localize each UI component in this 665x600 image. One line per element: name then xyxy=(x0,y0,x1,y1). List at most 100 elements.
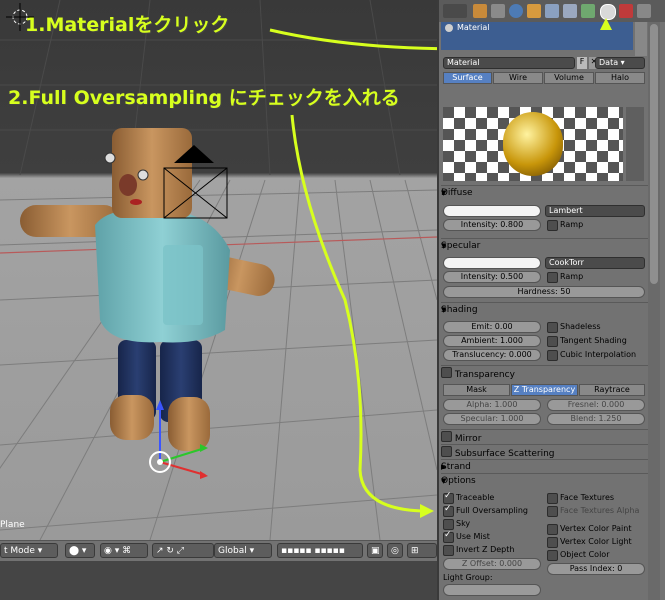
render-icon[interactable] xyxy=(473,4,487,18)
orientation-select[interactable]: Global ▾ xyxy=(214,543,272,558)
modifier-icon[interactable] xyxy=(563,4,577,18)
tab-wire[interactable]: Wire xyxy=(493,72,543,84)
blend-field[interactable]: Blend: 1.250 xyxy=(547,413,645,425)
strand-header[interactable]: ▶ Strand xyxy=(441,459,648,474)
transparency-checkbox[interactable] xyxy=(441,367,452,378)
orientation-label: Global xyxy=(218,546,247,556)
preview-sphere xyxy=(503,112,563,176)
pass-index-field[interactable]: Pass Index: 0 xyxy=(547,563,645,575)
diffuse-header[interactable]: ▼ Diffuse xyxy=(441,185,648,200)
properties-header xyxy=(439,0,665,22)
world-icon[interactable] xyxy=(509,4,523,18)
diffuse-shader-select[interactable]: Lambert xyxy=(545,205,645,217)
light-group-field[interactable] xyxy=(443,584,541,596)
properties-scrollbar-thumb[interactable] xyxy=(650,24,658,284)
specular-intensity-field[interactable]: Intensity: 0.500 xyxy=(443,271,541,283)
diffuse-color-swatch[interactable] xyxy=(443,205,541,217)
z-offset-field[interactable]: Z Offset: 0.000 xyxy=(443,558,541,570)
options-header[interactable]: ▼ Options xyxy=(441,473,648,488)
mirror-checkbox[interactable] xyxy=(441,431,452,442)
diffuse-intensity-field[interactable]: Intensity: 0.800 xyxy=(443,219,541,231)
manipulator-toggles[interactable]: ↗ ↻ ⤢ xyxy=(152,543,214,558)
specular-color-swatch[interactable] xyxy=(443,257,541,269)
tangent-shading-checkbox[interactable] xyxy=(547,336,558,347)
traceable-checkbox[interactable] xyxy=(443,491,454,504)
light-group-label: Light Group: xyxy=(443,573,493,582)
material-icon[interactable] xyxy=(600,4,616,20)
translucency-field[interactable]: Translucency: 0.000 xyxy=(443,349,541,361)
transparency-specular-field[interactable]: Specular: 1.000 xyxy=(443,413,541,425)
vertex-color-paint-checkbox[interactable] xyxy=(547,524,558,535)
data-label: Data xyxy=(599,58,619,67)
shading-title: Shading xyxy=(441,305,478,315)
transparency-mask-button[interactable]: Mask xyxy=(443,384,510,396)
texture-icon[interactable] xyxy=(619,4,633,18)
expand-arrow-icon: ▼ xyxy=(441,477,447,485)
face-textures-checkbox[interactable] xyxy=(547,493,558,504)
mirror-header[interactable]: ▶ Mirror xyxy=(441,429,648,444)
layer-buttons[interactable]: ▪▪▪▪▪ ▪▪▪▪▪ xyxy=(277,543,363,558)
full-oversampling-checkbox[interactable] xyxy=(443,504,454,517)
shading-header[interactable]: ▼ Shading xyxy=(441,302,648,317)
hardness-field[interactable]: Hardness: 50 xyxy=(443,286,645,298)
mirror-title: Mirror xyxy=(454,434,482,444)
tab-surface[interactable]: Surface xyxy=(443,72,492,84)
cubic-interpolation-checkbox[interactable] xyxy=(547,350,558,361)
sss-header[interactable]: ▶ Subsurface Scattering xyxy=(441,444,648,459)
material-slot-list[interactable]: Material xyxy=(441,22,633,50)
specular-ramp-label: Ramp xyxy=(560,272,584,281)
specular-header[interactable]: ▼ Specular xyxy=(441,238,648,253)
preview-type-buttons[interactable] xyxy=(626,107,644,181)
shadeless-label: Shadeless xyxy=(560,322,601,331)
material-datablock-field[interactable]: Material xyxy=(443,57,575,69)
face-textures-alpha-label: Face Textures Alpha xyxy=(560,506,640,515)
fresnel-field[interactable]: Fresnel: 0.000 xyxy=(547,399,645,411)
specular-shader-select[interactable]: CookTorr xyxy=(545,257,645,269)
tab-halo[interactable]: Halo xyxy=(595,72,645,84)
scene-icon[interactable] xyxy=(491,4,505,18)
timeline-area xyxy=(0,561,437,600)
specular-title: Specular xyxy=(441,241,481,251)
emit-field[interactable]: Emit: 0.00 xyxy=(443,321,541,333)
transparency-raytrace-button[interactable]: Raytrace xyxy=(579,384,645,396)
diffuse-ramp-checkbox[interactable] xyxy=(547,220,558,231)
alpha-field[interactable]: Alpha: 1.000 xyxy=(443,399,541,411)
invert-z-checkbox[interactable] xyxy=(443,545,454,556)
shadeless-checkbox[interactable] xyxy=(547,322,558,333)
constraint-icon[interactable] xyxy=(545,4,559,18)
expand-arrow-icon: ▼ xyxy=(441,242,447,250)
3d-viewport[interactable]: Plane xyxy=(0,0,437,540)
particles-icon[interactable] xyxy=(637,4,651,18)
use-mist-checkbox[interactable] xyxy=(443,530,454,543)
sky-checkbox[interactable] xyxy=(443,519,454,530)
vertex-color-paint-label: Vertex Color Paint xyxy=(560,524,632,533)
ambient-field[interactable]: Ambient: 1.000 xyxy=(443,335,541,347)
object-icon[interactable] xyxy=(527,4,541,18)
vertex-color-light-checkbox[interactable] xyxy=(547,537,558,548)
transparency-header[interactable]: ▼ Transparency xyxy=(441,365,648,380)
snap-button[interactable]: ⊞ xyxy=(407,543,437,558)
viewport-shading-select[interactable]: ⬤ ▾ xyxy=(65,543,95,558)
invert-z-label: Invert Z Depth xyxy=(456,545,515,554)
sss-checkbox[interactable] xyxy=(441,446,452,457)
face-textures-alpha-checkbox[interactable] xyxy=(547,506,558,517)
slot-add-remove[interactable] xyxy=(635,22,647,56)
use-mist-label: Use Mist xyxy=(456,532,490,541)
specular-ramp-checkbox[interactable] xyxy=(547,272,558,283)
proportional-button[interactable]: ◎ xyxy=(387,543,403,558)
object-color-checkbox[interactable] xyxy=(547,550,558,561)
material-name: Material xyxy=(447,58,480,67)
editor-type-icon[interactable] xyxy=(443,4,467,18)
material-preview xyxy=(443,107,623,181)
annotation-step2: 2.Full Oversampling にチェックを入れる xyxy=(8,87,400,109)
transparency-ztransp-button[interactable]: Z Transparency xyxy=(511,384,578,396)
tab-volume[interactable]: Volume xyxy=(544,72,594,84)
lock-camera-button[interactable]: ▣ xyxy=(367,543,383,558)
vertex-color-light-label: Vertex Color Light xyxy=(560,537,632,546)
fake-user-button[interactable]: F xyxy=(577,57,587,69)
mode-select[interactable]: t Mode ▾ xyxy=(0,543,58,558)
pivot-select[interactable]: ◉ ▾ ⌘ xyxy=(100,543,148,558)
link-select[interactable]: Data ▾ xyxy=(595,57,645,69)
data-icon[interactable] xyxy=(581,4,595,18)
traceable-label: Traceable xyxy=(456,493,495,502)
